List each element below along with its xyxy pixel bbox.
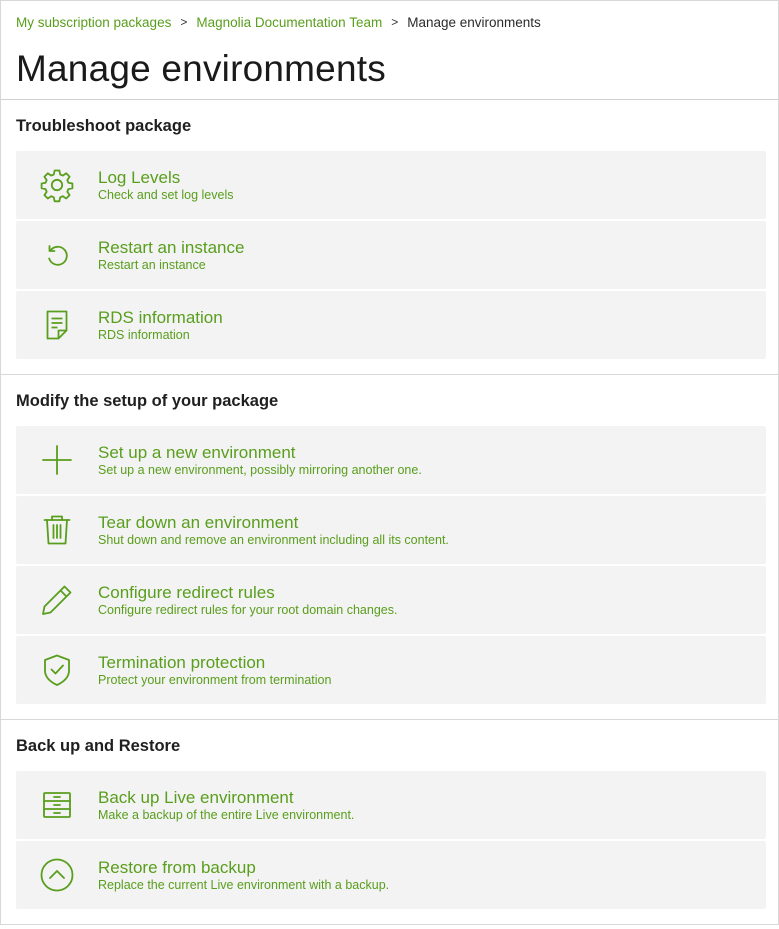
- card-title: Back up Live environment: [98, 787, 294, 807]
- section-title: Troubleshoot package: [16, 117, 192, 135]
- card-description: Set up a new environment, possibly mirro…: [98, 462, 422, 477]
- card-title: Configure redirect rules: [98, 582, 275, 602]
- action-restore-from-backup[interactable]: Restore from backup Replace the current …: [16, 841, 766, 909]
- section-troubleshoot-package: Troubleshoot package Log Levels Check an…: [0, 100, 779, 375]
- card-text: Configure redirect rules Configure redir…: [98, 583, 397, 618]
- card-text: Tear down an environment Shut down and r…: [98, 513, 449, 548]
- card-text: RDS information RDS information: [98, 308, 223, 343]
- card-title: RDS information: [98, 307, 223, 327]
- card-title: Log Levels: [98, 167, 181, 187]
- breadcrumb-current: Manage environments: [407, 14, 541, 30]
- breadcrumb: My subscription packages > Magnolia Docu…: [16, 13, 763, 31]
- action-tear-down-environment[interactable]: Tear down an environment Shut down and r…: [16, 496, 766, 564]
- card-description: Replace the current Live environment wit…: [98, 877, 390, 892]
- chevron-up-circle-icon: [16, 857, 98, 893]
- breadcrumb-separator: >: [180, 15, 188, 29]
- section-modify-setup: Modify the setup of your package Set up …: [0, 375, 779, 720]
- card-title: Restore from backup: [98, 857, 256, 877]
- action-restart-instance[interactable]: Restart an instance Restart an instance: [16, 221, 766, 289]
- card-title: Termination protection: [98, 652, 266, 672]
- card-description: Configure redirect rules for your root d…: [98, 602, 398, 617]
- card-title: Restart an instance: [98, 237, 245, 257]
- document-icon: [16, 307, 98, 343]
- card-text: Restore from backup Replace the current …: [98, 858, 389, 893]
- action-back-up-live-environment[interactable]: Back up Live environment Make a backup o…: [16, 771, 766, 839]
- card-text: Set up a new environment Set up a new en…: [98, 443, 422, 478]
- card-title: Set up a new environment: [98, 442, 296, 462]
- card-description: Restart an instance: [98, 257, 206, 272]
- card-text: Restart an instance Restart an instance: [98, 238, 244, 273]
- breadcrumb-separator: >: [391, 15, 399, 29]
- page-title: Manage environments: [16, 48, 386, 89]
- breadcrumb-link-subscription-packages[interactable]: My subscription packages: [16, 15, 171, 30]
- server-icon: [16, 787, 98, 823]
- card-description: RDS information: [98, 327, 190, 342]
- section-title: Back up and Restore: [16, 737, 181, 755]
- card-description: Check and set log levels: [98, 187, 234, 202]
- card-description: Shut down and remove an environment incl…: [98, 532, 449, 547]
- card-description: Protect your environment from terminatio…: [98, 672, 332, 687]
- action-set-up-new-environment[interactable]: Set up a new environment Set up a new en…: [16, 426, 766, 494]
- action-log-levels[interactable]: Log Levels Check and set log levels: [16, 151, 766, 219]
- manage-environments-page: My subscription packages > Magnolia Docu…: [0, 0, 779, 929]
- shield-check-icon: [16, 652, 98, 688]
- pencil-icon: [16, 582, 98, 618]
- action-rds-information[interactable]: RDS information RDS information: [16, 291, 766, 359]
- action-configure-redirect-rules[interactable]: Configure redirect rules Configure redir…: [16, 566, 766, 634]
- trash-icon: [16, 512, 98, 548]
- breadcrumb-link-documentation-team[interactable]: Magnolia Documentation Team: [196, 15, 382, 30]
- card-text: Log Levels Check and set log levels: [98, 168, 234, 203]
- action-termination-protection[interactable]: Termination protection Protect your envi…: [16, 636, 766, 704]
- card-text: Back up Live environment Make a backup o…: [98, 788, 354, 823]
- section-title: Modify the setup of your package: [16, 392, 279, 410]
- card-title: Tear down an environment: [98, 512, 299, 532]
- section-back-up-restore: Back up and Restore Back up Live environ…: [0, 720, 779, 925]
- page-header: My subscription packages > Magnolia Docu…: [0, 0, 779, 100]
- card-description: Make a backup of the entire Live environ…: [98, 807, 355, 822]
- card-text: Termination protection Protect your envi…: [98, 653, 331, 688]
- restart-icon: [16, 237, 98, 273]
- plus-icon: [16, 442, 98, 478]
- gear-icon: [16, 167, 98, 203]
